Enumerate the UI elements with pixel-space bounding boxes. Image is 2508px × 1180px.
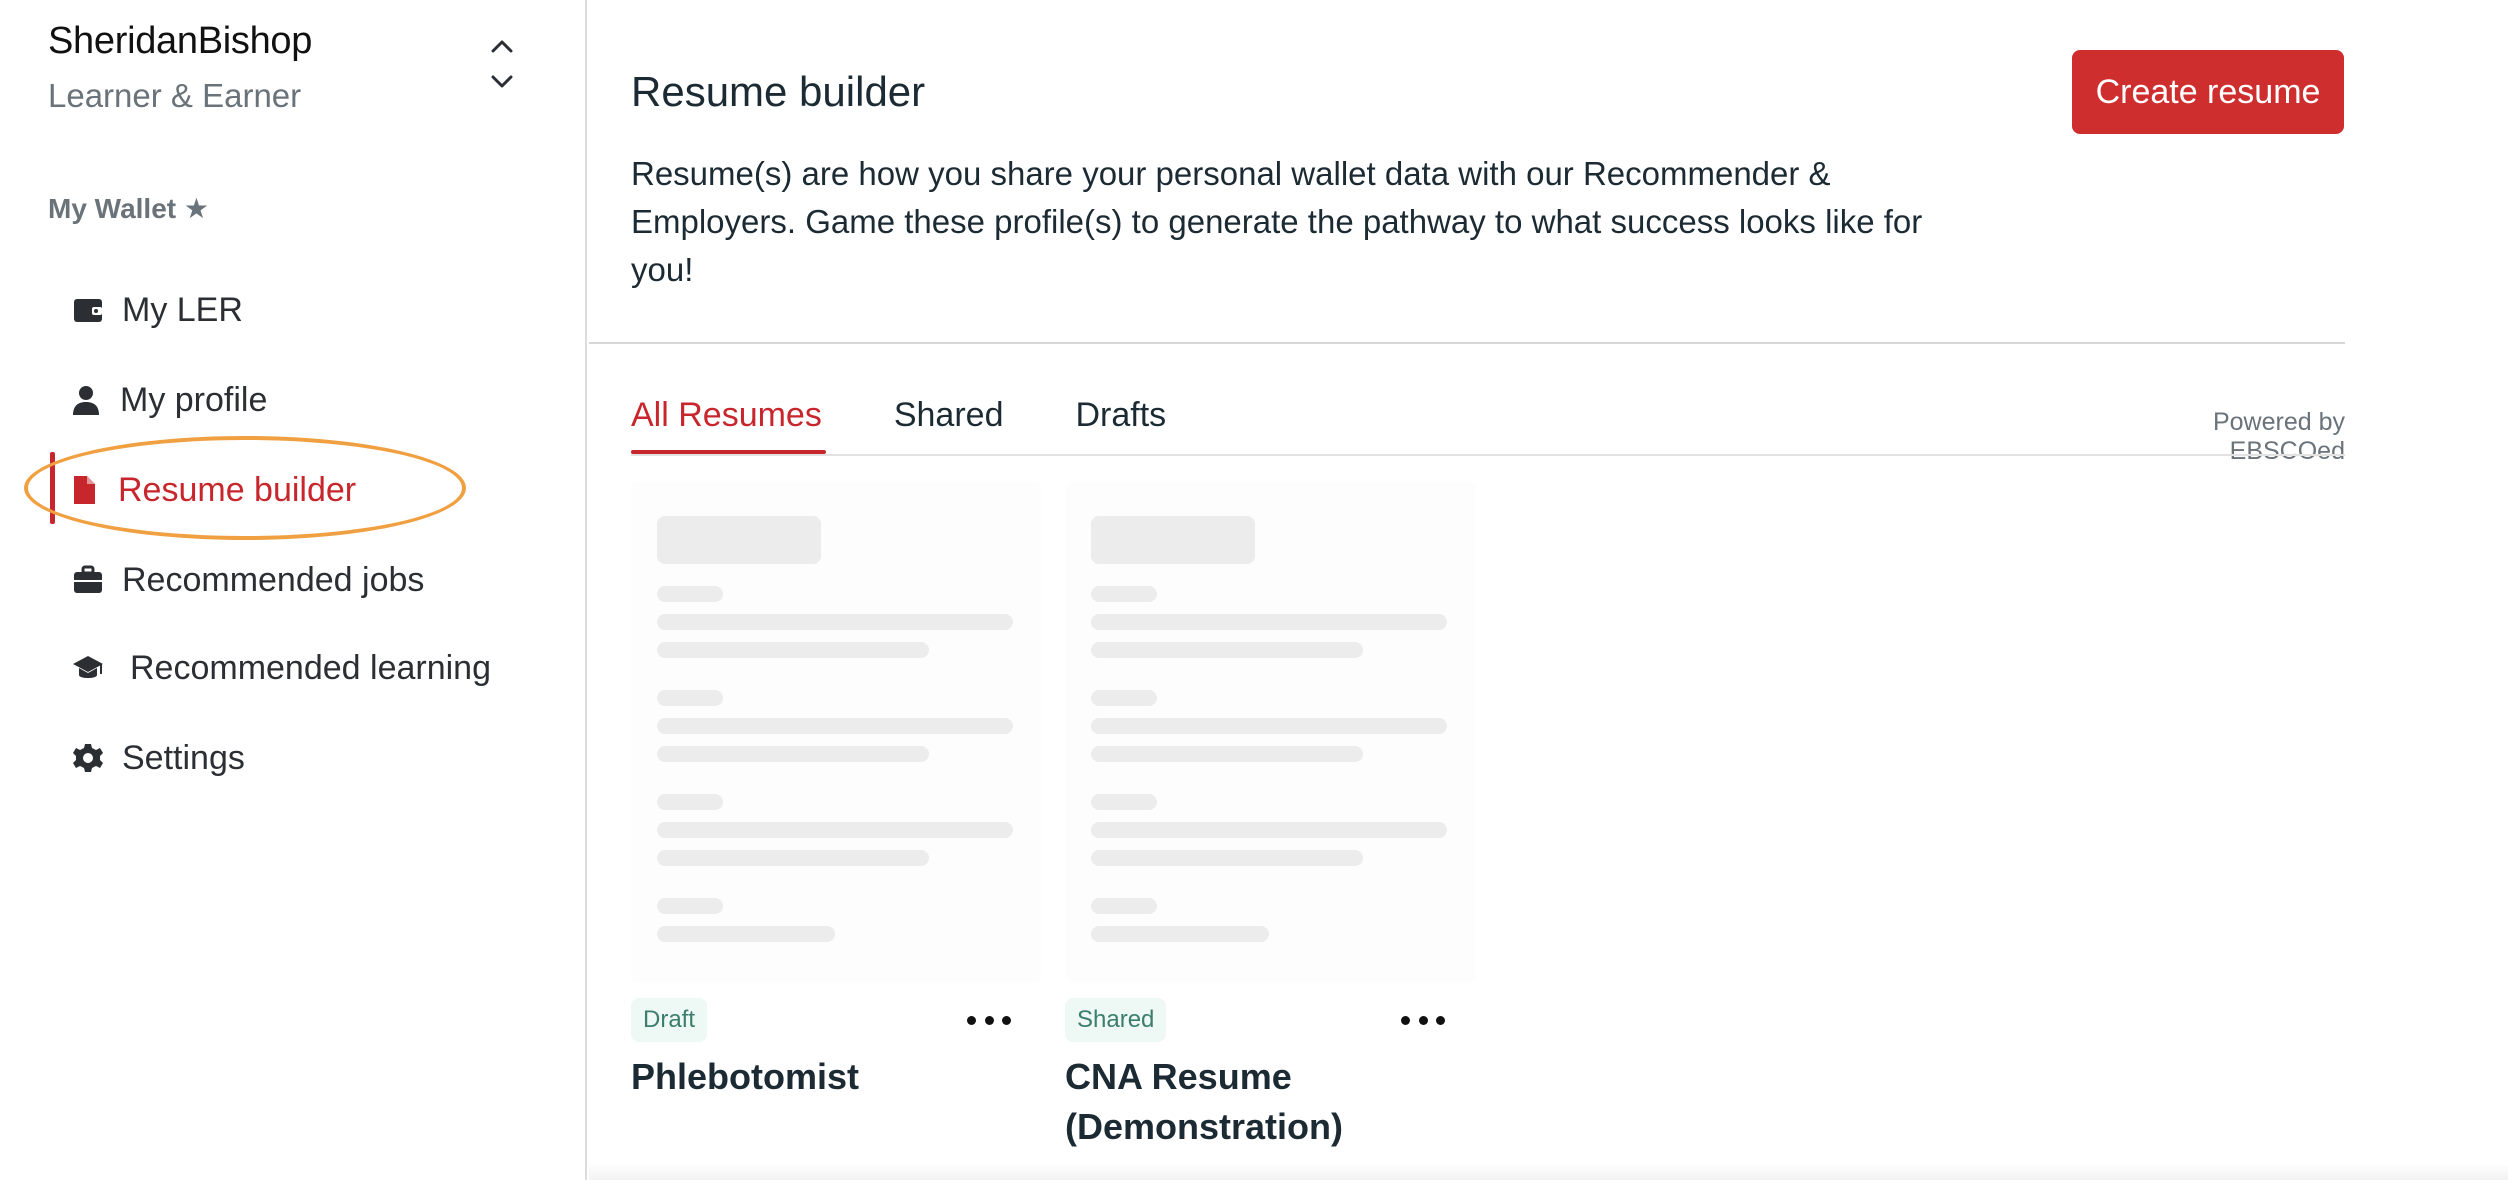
chevron-up-icon bbox=[491, 40, 513, 53]
briefcase-icon bbox=[68, 560, 108, 600]
resume-tabs: All Resumes Shared Drafts bbox=[631, 396, 1238, 454]
sidebar-item-label: Recommended learning bbox=[130, 648, 491, 687]
sidebar-item-my-ler[interactable]: My LER bbox=[48, 278, 548, 342]
resume-preview-thumbnail[interactable] bbox=[631, 482, 1041, 982]
user-block: SheridanBishop Learner & Earner bbox=[48, 20, 312, 115]
tab-all-resumes[interactable]: All Resumes bbox=[631, 396, 826, 454]
more-options-button[interactable] bbox=[967, 1004, 1011, 1036]
tab-drafts[interactable]: Drafts bbox=[1075, 396, 1166, 454]
wallet-icon bbox=[68, 290, 108, 330]
header-divider bbox=[589, 342, 2345, 344]
sidebar-item-resume-builder[interactable]: Resume builder bbox=[48, 458, 548, 522]
more-options-button[interactable] bbox=[1401, 1004, 1445, 1036]
page-title: Resume builder bbox=[631, 68, 926, 115]
create-resume-button[interactable]: Create resume bbox=[2072, 50, 2344, 134]
sidebar-item-label: Resume builder bbox=[118, 470, 357, 509]
resume-card: Draft Phlebotomist bbox=[631, 482, 1041, 1097]
resume-title[interactable]: CNA Resume (Demonstration) bbox=[1065, 1052, 1475, 1152]
page-description: Resume(s) are how you share your persona… bbox=[631, 155, 1923, 288]
resume-preview-thumbnail[interactable] bbox=[1065, 482, 1475, 982]
sidebar: SheridanBishop Learner & Earner My Walle… bbox=[0, 0, 587, 1180]
tab-shared[interactable]: Shared bbox=[894, 396, 1004, 454]
gear-icon bbox=[68, 738, 108, 778]
powered-by-text: Powered by EBSCOed bbox=[2212, 408, 2345, 465]
sidebar-item-recommended-jobs[interactable]: Recommended jobs bbox=[48, 548, 548, 612]
user-icon bbox=[66, 380, 106, 420]
resume-card-meta: Shared bbox=[1065, 998, 1475, 1048]
user-name: SheridanBishop bbox=[48, 20, 313, 62]
resume-card: Shared CNA Resume (Demonstration) bbox=[1065, 482, 1475, 1147]
file-icon bbox=[64, 470, 104, 510]
graduation-cap-icon bbox=[68, 648, 108, 688]
sidebar-item-label: Recommended jobs bbox=[122, 560, 425, 599]
tabs-divider bbox=[631, 454, 2345, 456]
sidebar-item-recommended-learning[interactable]: Recommended learning bbox=[48, 636, 548, 700]
main-content: Resume builder Create resume Resume(s) a… bbox=[589, 0, 2508, 1180]
sidebar-item-my-profile[interactable]: My profile bbox=[48, 368, 548, 432]
sidebar-item-settings[interactable]: Settings bbox=[48, 726, 548, 790]
resume-title[interactable]: Phlebotomist bbox=[631, 1052, 1041, 1102]
account-switcher-button[interactable] bbox=[486, 36, 518, 92]
sidebar-item-label: My LER bbox=[122, 290, 243, 329]
bottom-edge bbox=[589, 1164, 2508, 1180]
chevron-down-icon bbox=[491, 75, 513, 88]
sidebar-item-label: Settings bbox=[122, 738, 245, 777]
status-badge: Draft bbox=[631, 998, 708, 1042]
resume-card-meta: Draft bbox=[631, 998, 1041, 1048]
status-badge: Shared bbox=[1065, 998, 1167, 1042]
wallet-section-label: My Wallet ★ bbox=[48, 193, 209, 224]
sidebar-item-label: My profile bbox=[120, 380, 268, 419]
user-role: Learner & Earner bbox=[48, 77, 302, 114]
